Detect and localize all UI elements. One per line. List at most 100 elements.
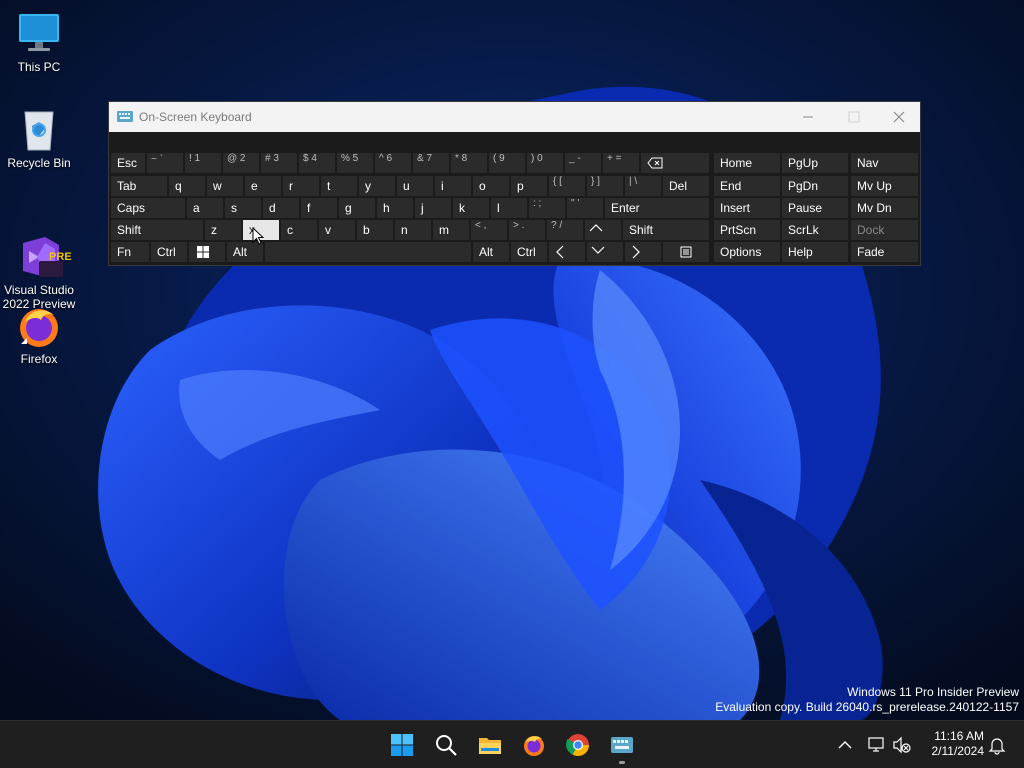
on-screen-keyboard-window[interactable]: On-Screen Keyboard Esc ~ ` ! 1 @ 2 # 3 $… (108, 101, 921, 266)
key-f[interactable]: f (301, 198, 337, 218)
key-right-ctrl[interactable]: Ctrl (511, 242, 547, 262)
key-right-arrow[interactable] (625, 242, 661, 262)
key-j[interactable]: j (415, 198, 451, 218)
key-q[interactable]: q (169, 176, 205, 196)
key-9[interactable]: ( 9 (489, 153, 525, 173)
file-explorer-button[interactable] (470, 725, 510, 765)
key-a[interactable]: a (187, 198, 223, 218)
key-period[interactable]: > . (509, 220, 545, 240)
key-d[interactable]: d (263, 198, 299, 218)
key-y[interactable]: y (359, 176, 395, 196)
key-s[interactable]: s (225, 198, 261, 218)
search-button[interactable] (426, 725, 466, 765)
key-left-bracket[interactable]: { [ (549, 176, 585, 196)
key-6[interactable]: ^ 6 (375, 153, 411, 173)
key-t[interactable]: t (321, 176, 357, 196)
key-z[interactable]: z (205, 220, 241, 240)
key-i[interactable]: i (435, 176, 471, 196)
key-backslash[interactable]: | \ (625, 176, 661, 196)
key-tab[interactable]: Tab (111, 176, 167, 196)
clock[interactable]: 11:16 AM 2/11/2024 (922, 729, 985, 759)
key-equals[interactable]: + = (603, 153, 639, 173)
key-home[interactable]: Home (714, 153, 780, 173)
key-insert[interactable]: Insert (714, 198, 780, 218)
key-pause[interactable]: Pause (782, 198, 848, 218)
maximize-button[interactable] (831, 102, 877, 132)
minimize-button[interactable] (785, 102, 831, 132)
key-del[interactable]: Del (663, 176, 709, 196)
key-prtscn[interactable]: PrtScn (714, 220, 780, 240)
key-8[interactable]: * 8 (451, 153, 487, 173)
key-minus[interactable]: _ - (565, 153, 601, 173)
key-scrlk[interactable]: ScrLk (782, 220, 848, 240)
key-left-arrow[interactable] (549, 242, 585, 262)
key-quote[interactable]: " ' (567, 198, 603, 218)
key-2[interactable]: @ 2 (223, 153, 259, 173)
key-7[interactable]: & 7 (413, 153, 449, 173)
key-mv-up[interactable]: Mv Up (851, 176, 918, 196)
key-caps[interactable]: Caps (111, 198, 185, 218)
key-space[interactable] (265, 242, 471, 262)
key-r[interactable]: r (283, 176, 319, 196)
osk-taskbar-button[interactable] (602, 725, 642, 765)
key-backtick[interactable]: ~ ` (147, 153, 183, 173)
network-button[interactable] (865, 733, 889, 757)
key-right-shift[interactable]: Shift (623, 220, 709, 240)
key-n[interactable]: n (395, 220, 431, 240)
volume-button[interactable] (890, 733, 914, 757)
key-k[interactable]: k (453, 198, 489, 218)
key-m[interactable]: m (433, 220, 469, 240)
firefox-taskbar-button[interactable] (514, 725, 554, 765)
key-c[interactable]: c (281, 220, 317, 240)
key-l[interactable]: l (491, 198, 527, 218)
key-esc[interactable]: Esc (111, 153, 145, 173)
key-down-arrow[interactable] (587, 242, 623, 262)
notifications-button[interactable] (985, 733, 1009, 757)
key-end[interactable]: End (714, 176, 780, 196)
key-4[interactable]: $ 4 (299, 153, 335, 173)
key-left-shift[interactable]: Shift (111, 220, 203, 240)
key-left-ctrl[interactable]: Ctrl (151, 242, 187, 262)
key-label: Insert (720, 201, 751, 215)
key-mv-dn[interactable]: Mv Dn (851, 198, 918, 218)
key-e[interactable]: e (245, 176, 281, 196)
desktop-icon-firefox[interactable]: Firefox (0, 302, 78, 366)
key-w[interactable]: w (207, 176, 243, 196)
key-3[interactable]: # 3 (261, 153, 297, 173)
show-hidden-icons-button[interactable] (833, 733, 857, 757)
key-slash[interactable]: ? / (547, 220, 583, 240)
key-fn[interactable]: Fn (111, 242, 149, 262)
key-pgdn[interactable]: PgDn (782, 176, 848, 196)
key-b[interactable]: b (357, 220, 393, 240)
key-up-arrow[interactable] (585, 220, 621, 240)
key-enter[interactable]: Enter (605, 198, 709, 218)
key-right-alt[interactable]: Alt (473, 242, 509, 262)
key-0[interactable]: ) 0 (527, 153, 563, 173)
key-g[interactable]: g (339, 198, 375, 218)
key-v[interactable]: v (319, 220, 355, 240)
key-fade[interactable]: Fade (851, 242, 918, 262)
key-windows[interactable] (189, 242, 225, 262)
key-nav[interactable]: Nav (851, 153, 918, 173)
key-h[interactable]: h (377, 198, 413, 218)
desktop-icon-this-pc[interactable]: This PC (0, 10, 78, 74)
key-options[interactable]: Options (714, 242, 780, 262)
key-comma[interactable]: < , (471, 220, 507, 240)
key-u[interactable]: u (397, 176, 433, 196)
key-5[interactable]: % 5 (337, 153, 373, 173)
key-dock: Dock (851, 220, 918, 240)
key-right-bracket[interactable]: } ] (587, 176, 623, 196)
key-o[interactable]: o (473, 176, 509, 196)
key-p[interactable]: p (511, 176, 547, 196)
chrome-taskbar-button[interactable] (558, 725, 598, 765)
key-menu[interactable] (663, 242, 709, 262)
close-button[interactable] (876, 102, 922, 132)
title-bar[interactable]: On-Screen Keyboard (109, 102, 920, 132)
key-1[interactable]: ! 1 (185, 153, 221, 173)
start-button[interactable] (382, 725, 422, 765)
key-semicolon[interactable]: : ; (529, 198, 565, 218)
key-help[interactable]: Help (782, 242, 848, 262)
key-pgup[interactable]: PgUp (782, 153, 848, 173)
desktop-icon-recycle-bin[interactable]: Recycle Bin (0, 106, 78, 170)
key-backspace[interactable] (641, 153, 709, 173)
